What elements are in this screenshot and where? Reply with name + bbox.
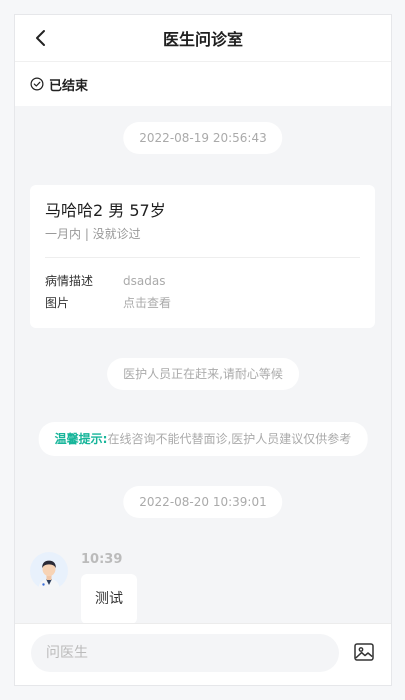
timestamp-pill: 2022-08-20 10:39:01 xyxy=(123,486,283,518)
tip-title: 温馨提示: xyxy=(54,432,108,446)
message-bubble[interactable]: 测试 xyxy=(81,574,137,624)
timestamp-pill: 2022-08-19 20:56:43 xyxy=(123,122,283,154)
check-circle-icon xyxy=(30,77,44,91)
page-title: 医生问诊室 xyxy=(162,30,243,49)
chat-area[interactable]: 2022-08-19 20:56:43 马哈哈2 男 57岁 一月内 | 没就诊… xyxy=(15,106,391,624)
system-notice: 医护人员正在赶来,请耐心等候 xyxy=(107,358,299,390)
nav-bar: 医生问诊室 xyxy=(15,15,391,61)
message-time: 10:39 xyxy=(81,552,123,567)
condition-value: dsadas xyxy=(123,274,166,288)
doctor-avatar-icon[interactable] xyxy=(30,552,68,590)
visit-history: 一月内 | 没就诊过 xyxy=(45,227,141,241)
divider xyxy=(45,257,360,258)
images-label: 图片 xyxy=(45,296,70,310)
view-images-link[interactable]: 点击查看 xyxy=(123,292,171,314)
warm-tip: 温馨提示:在线咨询不能代替面诊,医护人员建议仅供参考 xyxy=(38,422,368,456)
patient-info: 马哈哈2 男 57岁 xyxy=(45,201,166,220)
tip-text: 在线咨询不能代替面诊,医护人员建议仅供参考 xyxy=(107,432,352,446)
app-frame: 医生问诊室 已结束 2022-08-19 20:56:43 马哈哈2 男 57岁… xyxy=(14,14,392,686)
images-row: 图片 点击查看 xyxy=(45,292,360,314)
back-icon[interactable] xyxy=(29,26,53,50)
status-label: 已结束 xyxy=(49,78,89,94)
ask-doctor-input[interactable] xyxy=(31,634,339,672)
consult-status: 已结束 xyxy=(15,61,391,106)
input-bar xyxy=(15,623,391,685)
condition-row: 病情描述 dsadas xyxy=(45,270,360,292)
patient-card: 马哈哈2 男 57岁 一月内 | 没就诊过 病情描述 dsadas 图片 点击查… xyxy=(30,185,375,328)
condition-label: 病情描述 xyxy=(45,274,94,288)
image-icon[interactable] xyxy=(353,641,375,663)
